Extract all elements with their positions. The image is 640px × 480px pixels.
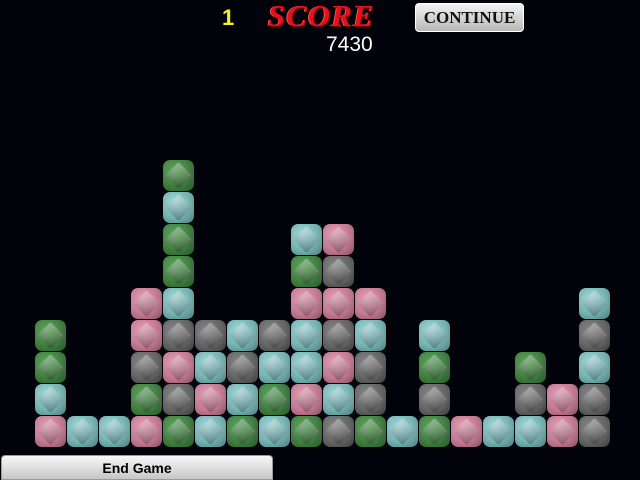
gem-teal[interactable] [387, 416, 418, 447]
gem-pink[interactable] [35, 416, 66, 447]
gem-green[interactable] [35, 352, 66, 383]
gem-teal[interactable] [323, 384, 354, 415]
gem-green[interactable] [355, 416, 386, 447]
gem-green[interactable] [163, 416, 194, 447]
gem-gray[interactable] [323, 416, 354, 447]
gem-gray[interactable] [419, 384, 450, 415]
gem-teal[interactable] [163, 288, 194, 319]
gem-teal[interactable] [515, 416, 546, 447]
gem-pink[interactable] [163, 352, 194, 383]
gem-pink[interactable] [195, 384, 226, 415]
gem-gray[interactable] [323, 320, 354, 351]
gem-pink[interactable] [131, 416, 162, 447]
gem-gray[interactable] [163, 384, 194, 415]
gem-gray[interactable] [323, 256, 354, 287]
gem-teal[interactable] [291, 352, 322, 383]
gem-gray[interactable] [579, 384, 610, 415]
gem-gray[interactable] [579, 320, 610, 351]
gem-green[interactable] [291, 416, 322, 447]
gem-teal[interactable] [419, 320, 450, 351]
gem-green[interactable] [291, 256, 322, 287]
gem-pink[interactable] [291, 384, 322, 415]
game-board [0, 0, 640, 480]
gem-teal[interactable] [163, 192, 194, 223]
gem-teal[interactable] [259, 416, 290, 447]
gem-gray[interactable] [355, 384, 386, 415]
gem-pink[interactable] [323, 224, 354, 255]
gem-pink[interactable] [547, 384, 578, 415]
gem-gray[interactable] [515, 384, 546, 415]
gem-teal[interactable] [291, 224, 322, 255]
gem-pink[interactable] [131, 320, 162, 351]
gem-pink[interactable] [131, 288, 162, 319]
gem-teal[interactable] [195, 416, 226, 447]
gem-gray[interactable] [131, 352, 162, 383]
gem-teal[interactable] [579, 352, 610, 383]
gem-teal[interactable] [195, 352, 226, 383]
gem-teal[interactable] [291, 320, 322, 351]
gem-pink[interactable] [291, 288, 322, 319]
gem-teal[interactable] [67, 416, 98, 447]
gem-teal[interactable] [483, 416, 514, 447]
gem-green[interactable] [227, 416, 258, 447]
gem-pink[interactable] [323, 288, 354, 319]
gem-green[interactable] [419, 352, 450, 383]
gem-teal[interactable] [227, 320, 258, 351]
gem-teal[interactable] [259, 352, 290, 383]
gem-green[interactable] [35, 320, 66, 351]
gem-green[interactable] [131, 384, 162, 415]
gem-green[interactable] [163, 160, 194, 191]
gem-teal[interactable] [355, 320, 386, 351]
gem-pink[interactable] [547, 416, 578, 447]
gem-gray[interactable] [195, 320, 226, 351]
gem-teal[interactable] [99, 416, 130, 447]
gem-pink[interactable] [323, 352, 354, 383]
gem-gray[interactable] [227, 352, 258, 383]
gem-green[interactable] [259, 384, 290, 415]
gem-pink[interactable] [355, 288, 386, 319]
gem-green[interactable] [419, 416, 450, 447]
gem-pink[interactable] [451, 416, 482, 447]
gem-green[interactable] [515, 352, 546, 383]
gem-gray[interactable] [579, 416, 610, 447]
gem-gray[interactable] [163, 320, 194, 351]
gem-green[interactable] [163, 224, 194, 255]
gem-gray[interactable] [355, 352, 386, 383]
gem-green[interactable] [163, 256, 194, 287]
gem-teal[interactable] [579, 288, 610, 319]
end-game-button[interactable]: End Game [1, 455, 273, 480]
gem-gray[interactable] [259, 320, 290, 351]
gem-teal[interactable] [35, 384, 66, 415]
gem-teal[interactable] [227, 384, 258, 415]
